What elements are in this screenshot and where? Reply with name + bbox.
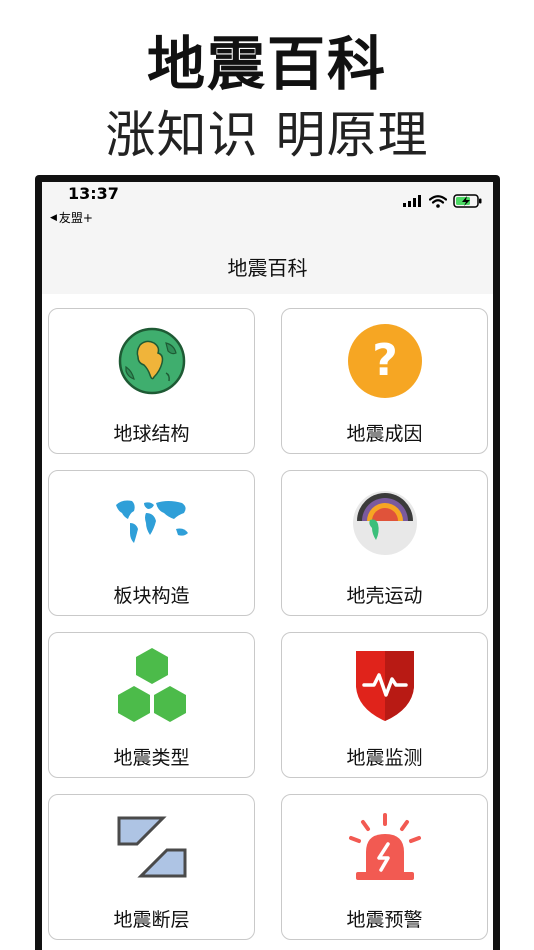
globe-icon — [112, 321, 192, 401]
tile-label: 板块构造 — [113, 585, 190, 607]
fault-icon — [112, 807, 192, 887]
tile-label: 地震断层 — [113, 909, 190, 931]
back-triangle-icon: ◀ — [50, 212, 57, 223]
tile-earthquake-cause[interactable]: ? 地震成因 — [281, 308, 488, 454]
status-time: 13:37 — [68, 184, 119, 203]
back-app-label: 友盟+ — [58, 211, 93, 225]
phone-screen: 13:37 ◀ 友盟+ 地震百科 地球结构 ? 地震成因 板块构造 地壳运动 地… — [42, 182, 493, 950]
tile-label: 地壳运动 — [346, 585, 423, 607]
promo-title: 地震百科 — [146, 30, 387, 98]
back-to-app-link[interactable]: ◀ 友盟+ — [50, 209, 93, 226]
wifi-icon — [429, 194, 447, 208]
tile-plate-tectonics[interactable]: 板块构造 — [48, 470, 255, 616]
svg-text:?: ? — [372, 335, 398, 386]
category-grid: 地球结构 ? 地震成因 板块构造 地壳运动 地震类型 地震监测 地震断层 地震预… — [42, 294, 493, 950]
alarm-icon — [345, 807, 425, 887]
tile-earthquake-types[interactable]: 地震类型 — [48, 632, 255, 778]
tile-label: 地球结构 — [113, 423, 190, 445]
tile-label: 地震类型 — [113, 747, 190, 769]
battery-charging-icon — [453, 194, 482, 208]
tile-earthquake-warning[interactable]: 地震预警 — [281, 794, 488, 940]
navigation-bar: 13:37 ◀ 友盟+ 地震百科 — [42, 182, 493, 294]
tile-earth-structure[interactable]: 地球结构 — [48, 308, 255, 454]
world-map-icon — [112, 483, 192, 563]
shield-pulse-icon — [345, 645, 425, 725]
nav-title: 地震百科 — [227, 256, 308, 280]
promo-subtitle: 涨知识 明原理 — [105, 106, 429, 164]
app-store-screenshot: 地震百科 涨知识 明原理 13:37 ◀ 友盟+ 地震百科 地球结构 ? 地震成… — [0, 0, 534, 950]
question-icon: ? — [345, 321, 425, 401]
tile-fault[interactable]: 地震断层 — [48, 794, 255, 940]
earth-layers-icon — [345, 483, 425, 563]
tile-label: 地震预警 — [346, 909, 423, 931]
tile-label: 地震成因 — [346, 423, 423, 445]
tile-earthquake-monitoring[interactable]: 地震监测 — [281, 632, 488, 778]
signal-icon — [403, 195, 421, 207]
hexagons-icon — [112, 645, 192, 725]
tile-label: 地震监测 — [346, 747, 423, 769]
status-icons — [403, 194, 483, 208]
tile-crust-movement[interactable]: 地壳运动 — [281, 470, 488, 616]
